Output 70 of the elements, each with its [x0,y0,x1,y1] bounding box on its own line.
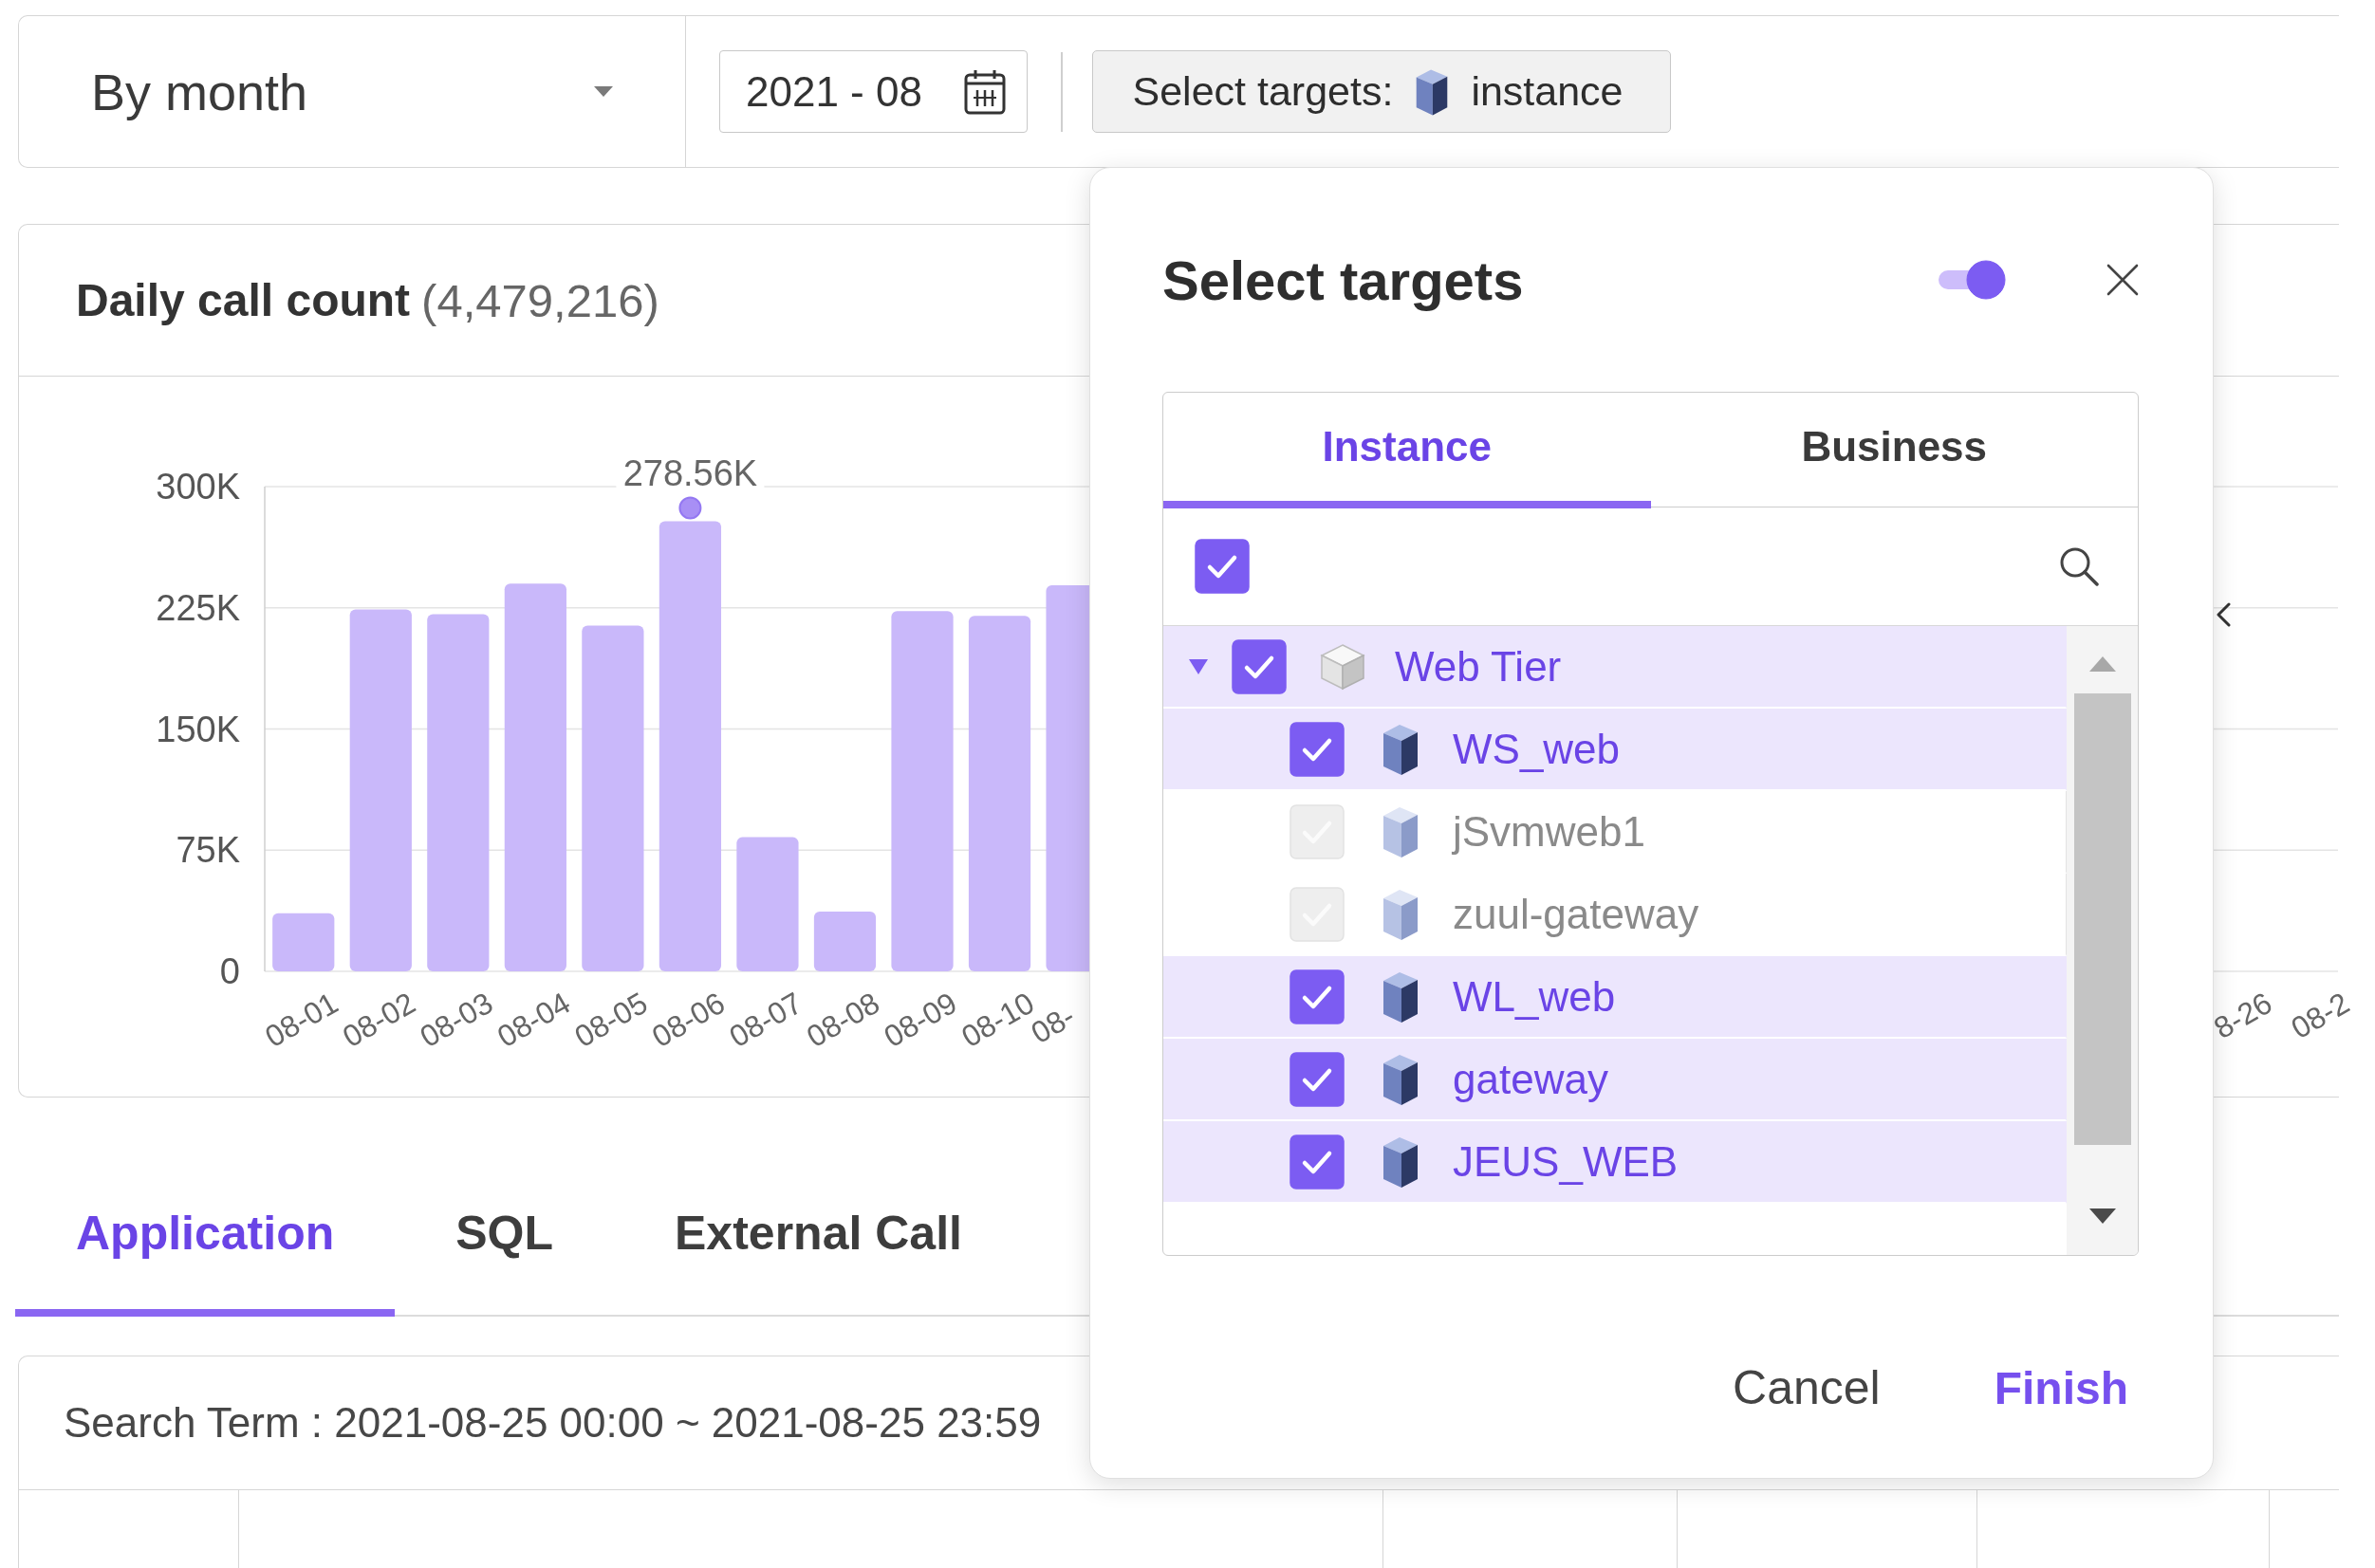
tab[interactable]: Application [15,1157,396,1317]
tab[interactable]: Business [1650,393,2138,508]
close-icon[interactable] [2106,264,2139,296]
checkbox[interactable] [1232,638,1287,694]
chart-bar[interactable] [736,837,799,971]
block-icon [1381,804,1420,858]
checkbox[interactable] [1290,1051,1345,1107]
chart-bar[interactable] [813,912,877,971]
call-count-total: (4,479,216) [421,273,659,327]
chart-bar[interactable] [582,625,644,971]
axis-label: 150K [156,709,240,749]
checkbox[interactable] [1290,1134,1345,1190]
block-icon [1381,887,1420,941]
block-icon [1381,722,1420,776]
tab[interactable]: Instance [1163,393,1651,508]
chevron-left-icon[interactable] [2217,602,2231,627]
arrow-down-icon[interactable] [2088,1208,2116,1224]
chart-bar[interactable] [349,609,412,971]
dialog-title: Select targets [1162,248,1525,312]
chart-bar[interactable] [272,913,335,971]
tree-row[interactable]: JEUS_WEB [1163,1121,2067,1204]
axis-label: 300K [156,467,240,507]
block-icon [1381,969,1420,1024]
search-icon[interactable] [2059,546,2099,586]
value-label: 278.56K [622,452,758,493]
tree-row[interactable]: WL_web [1163,956,2067,1039]
scrollbar[interactable] [2067,626,2138,1255]
item-label: zuul-gateway [1453,890,1699,938]
chart-bar[interactable] [968,616,1031,971]
tree-row[interactable]: WS_web [1163,709,2067,791]
primary-button[interactable]: Finish [1994,1361,2128,1414]
chart-bar[interactable] [891,611,954,971]
toggle-switch[interactable] [1938,260,2006,300]
search-term: Search Term : 2021-08-25 00:00 ~ 2021-08-25 23:59 [64,1399,1042,1447]
item-label: JEUS_WEB [1453,1137,1679,1186]
axis-label: 08-2 [2285,985,2356,1046]
tree-row[interactable]: Web Tier [1163,626,2067,709]
scrollbar-thumb[interactable] [2073,693,2131,1145]
tab[interactable]: SQL [395,1157,614,1317]
cube-icon [1319,642,1366,691]
item-label: Web Tier [1395,642,1562,691]
block-icon [1381,1134,1420,1189]
secondary-button[interactable]: Cancel [1733,1360,1881,1415]
item-label: WS_web [1453,725,1621,773]
chart-bar[interactable] [504,583,566,971]
data-point-marker [678,496,702,520]
checkbox[interactable] [1290,968,1345,1024]
item-label: WL_web [1453,972,1616,1021]
chart-bar[interactable] [427,614,490,971]
item-label: jSvmweb1 [1453,807,1645,856]
axis-label: 225K [156,587,240,628]
month-field[interactable]: 2021 - 08 [719,50,1028,133]
expand-caret-icon[interactable] [1188,657,1209,675]
period-dropdown[interactable]: By month [19,16,686,167]
checkbox[interactable] [1290,721,1345,777]
axis-label: 75K [176,830,240,871]
axis-label: 08-01 [259,985,344,1054]
axis-label: 8-26 [2208,985,2278,1046]
axis-label: 0 [219,951,240,991]
block-icon [1381,1052,1420,1106]
calendar-icon[interactable] [964,68,1006,115]
tree-row[interactable]: gateway [1163,1039,2067,1121]
chart-bar[interactable] [659,521,722,971]
select-all-checkbox[interactable] [1195,539,1250,594]
card-title: Daily call count [76,274,411,326]
select-targets-button[interactable]: Select targets: instance [1091,50,1671,133]
caret-down-icon [594,86,613,97]
arrow-up-icon[interactable] [2088,656,2116,672]
item-label: gateway [1453,1055,1608,1103]
tab[interactable]: External Call [614,1157,1023,1317]
